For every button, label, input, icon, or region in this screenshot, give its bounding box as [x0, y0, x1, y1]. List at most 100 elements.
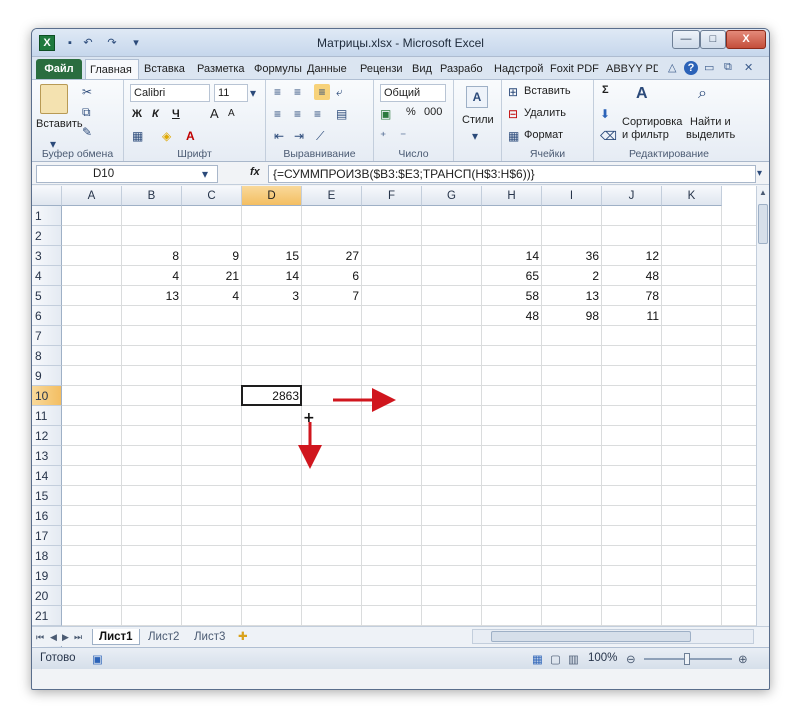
- row-header-15[interactable]: 15: [32, 486, 62, 506]
- macro-record-icon[interactable]: ▣: [92, 652, 103, 666]
- row-header-10[interactable]: 10: [32, 386, 62, 406]
- fill-handle-icon[interactable]: +: [303, 410, 315, 426]
- tab-page-layout[interactable]: Разметка: [193, 59, 250, 79]
- column-header-g[interactable]: G: [422, 186, 482, 206]
- insert-cells-icon[interactable]: ⊞: [508, 84, 518, 100]
- zoom-in-icon[interactable]: ⊕: [738, 652, 748, 666]
- paste-label[interactable]: Вставить: [36, 118, 83, 130]
- zoom-level[interactable]: 100%: [588, 652, 617, 664]
- sort-label-2[interactable]: и фильтр: [622, 129, 669, 141]
- cell-d5[interactable]: 3: [242, 286, 302, 306]
- row-header-16[interactable]: 16: [32, 506, 62, 526]
- italic-button[interactable]: К: [152, 108, 159, 120]
- tab-insert[interactable]: Вставка: [140, 59, 193, 79]
- number-format-box[interactable]: Общий: [380, 84, 446, 102]
- column-header-h[interactable]: H: [482, 186, 542, 206]
- cell-i4[interactable]: 2: [542, 266, 602, 286]
- row-header-7[interactable]: 7: [32, 326, 62, 346]
- paste-icon[interactable]: [40, 84, 68, 114]
- tab-addins[interactable]: Надстрой: [490, 59, 546, 79]
- minimize-button[interactable]: —: [672, 30, 700, 49]
- decrease-indent-icon[interactable]: ⇤: [274, 128, 284, 144]
- column-header-j[interactable]: J: [602, 186, 662, 206]
- sheet-nav-prev-icon[interactable]: ◀: [50, 629, 57, 645]
- page-layout-view-icon[interactable]: ▢: [550, 652, 561, 666]
- underline-button[interactable]: Ч: [172, 108, 180, 120]
- cell-c3[interactable]: 9: [182, 246, 242, 266]
- vertical-scrollbar[interactable]: ▲ ▼: [756, 186, 769, 646]
- row-header-12[interactable]: 12: [32, 426, 62, 446]
- copy-icon[interactable]: ⧉: [82, 104, 91, 120]
- cell-j4[interactable]: 48: [602, 266, 662, 286]
- cell-h6[interactable]: 48: [482, 306, 542, 326]
- column-header-k[interactable]: K: [662, 186, 722, 206]
- insert-sheet-icon[interactable]: ✚: [238, 629, 248, 645]
- formula-input[interactable]: {=СУММПРОИЗВ($B3:$E3;ТРАНСП(H$3:H$6))}: [268, 165, 756, 183]
- row-header-4[interactable]: 4: [32, 266, 62, 286]
- row-header-1[interactable]: 1: [32, 206, 62, 226]
- tab-formulas[interactable]: Формулы: [250, 59, 303, 79]
- help-icon[interactable]: ?: [684, 61, 698, 75]
- row-header-11[interactable]: 11: [32, 406, 62, 426]
- column-header-c[interactable]: C: [182, 186, 242, 206]
- cell-j6[interactable]: 11: [602, 306, 662, 326]
- sheet-tab-2[interactable]: Лист2: [148, 629, 179, 645]
- cell-e3[interactable]: 27: [302, 246, 362, 266]
- tab-home[interactable]: Главная: [85, 59, 139, 79]
- cell-i6[interactable]: 98: [542, 306, 602, 326]
- format-painter-icon[interactable]: ✎: [82, 124, 92, 140]
- cell-j3[interactable]: 12: [602, 246, 662, 266]
- tab-abbyy-pdf[interactable]: ABBYY PD: [602, 59, 658, 79]
- column-header-f[interactable]: F: [362, 186, 422, 206]
- column-header-d[interactable]: D: [242, 186, 302, 206]
- sheet-nav-next-icon[interactable]: ▶: [62, 629, 69, 645]
- cell-d4[interactable]: 14: [242, 266, 302, 286]
- row-header-19[interactable]: 19: [32, 566, 62, 586]
- restore-workbook-icon[interactable]: ▭: [704, 61, 714, 74]
- cut-icon[interactable]: ✂: [82, 84, 92, 100]
- column-header-b[interactable]: B: [122, 186, 182, 206]
- orientation-icon[interactable]: ⟋: [316, 128, 324, 144]
- font-name-box[interactable]: Calibri: [130, 84, 210, 102]
- column-header-a[interactable]: A: [62, 186, 122, 206]
- tab-developer[interactable]: Разрабо: [436, 59, 489, 79]
- styles-dropdown-icon[interactable]: ▾: [472, 128, 478, 144]
- scroll-up-icon[interactable]: ▲: [759, 188, 767, 200]
- styles-label[interactable]: Стили: [462, 114, 494, 126]
- delete-cells-icon[interactable]: ⊟: [508, 106, 518, 122]
- align-center-icon[interactable]: ≡: [294, 106, 301, 122]
- cell-c4[interactable]: 21: [182, 266, 242, 286]
- close-workbook-icon[interactable]: ✕: [744, 61, 753, 74]
- font-size-box[interactable]: 11: [214, 84, 248, 102]
- align-right-icon[interactable]: ≡: [314, 106, 321, 122]
- row-header-18[interactable]: 18: [32, 546, 62, 566]
- find-label[interactable]: Найти и: [690, 116, 731, 128]
- shrink-font-button[interactable]: A: [228, 108, 235, 119]
- decrease-decimal-icon[interactable]: ⁻: [400, 128, 406, 144]
- select-all-corner[interactable]: [32, 186, 62, 206]
- currency-icon[interactable]: ▣: [380, 106, 391, 122]
- row-header-5[interactable]: 5: [32, 286, 62, 306]
- cell-d3[interactable]: 15: [242, 246, 302, 266]
- row-header-17[interactable]: 17: [32, 526, 62, 546]
- cell-e4[interactable]: 6: [302, 266, 362, 286]
- insert-cells-button[interactable]: Вставить: [524, 85, 571, 97]
- grow-font-button[interactable]: A: [210, 106, 219, 121]
- name-box[interactable]: D10: [36, 165, 218, 183]
- clear-icon[interactable]: ⌫: [600, 128, 617, 144]
- percent-button[interactable]: %: [406, 106, 416, 118]
- column-header-e[interactable]: E: [302, 186, 362, 206]
- tab-data[interactable]: Данные: [303, 59, 356, 79]
- increase-decimal-icon[interactable]: ⁺: [380, 128, 386, 144]
- styles-icon[interactable]: A: [466, 86, 488, 108]
- autosum-button[interactable]: Σ: [602, 84, 609, 96]
- merge-cells-icon[interactable]: ▤: [336, 106, 347, 122]
- sheet-nav-last-icon[interactable]: ⏭: [74, 629, 82, 645]
- cell-i3[interactable]: 36: [542, 246, 602, 266]
- thousands-button[interactable]: 000: [424, 106, 442, 118]
- zoom-slider-thumb[interactable]: [684, 653, 690, 665]
- fx-icon[interactable]: fx: [250, 166, 260, 178]
- sort-filter-icon[interactable]: A: [636, 86, 648, 102]
- increase-indent-icon[interactable]: ⇥: [294, 128, 304, 144]
- cell-b3[interactable]: 8: [122, 246, 182, 266]
